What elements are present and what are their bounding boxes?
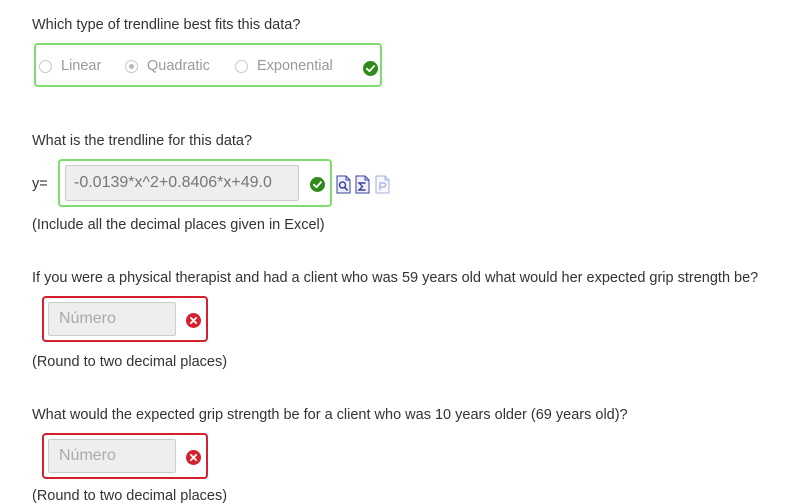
answer-input-69-years[interactable]: Número [48,439,176,473]
correct-check-icon [310,177,325,192]
radio-button-quadratic[interactable] [125,59,138,73]
question-3-text: If you were a physical therapist and had… [32,270,759,286]
answer-field-59-years: Número [42,296,208,342]
incorrect-x-icon [186,450,201,465]
incorrect-x-icon [186,313,201,328]
radio-label-linear: Linear [61,58,102,74]
radio-option-exponential[interactable]: Exponential [235,58,333,74]
equation-icon[interactable] [355,175,370,194]
equation-prefix-label: y= [32,176,48,192]
radio-option-quadratic[interactable]: Quadratic [125,58,210,74]
trendline-equation-field: -0.0139*x^2+0.8406*x+49.0 [58,159,332,207]
trendline-type-radio-group: Linear Quadratic Exponential [34,43,382,87]
radio-label-exponential: Exponential [257,58,333,74]
trendline-equation-input[interactable]: -0.0139*x^2+0.8406*x+49.0 [65,165,299,201]
radio-button-linear[interactable] [39,59,52,73]
radio-label-quadratic: Quadratic [147,58,210,74]
question-4-hint: (Round to two decimal places) [32,488,228,504]
help-icon[interactable] [375,175,390,194]
question-2-hint: (Include all the decimal places given in… [32,217,325,233]
radio-option-linear[interactable]: Linear [39,58,101,74]
question-1-text: Which type of trendline best fits this d… [32,17,301,33]
preview-icon[interactable] [336,175,351,194]
question-4-text: What would the expected grip strength be… [32,407,628,423]
answer-input-59-years[interactable]: Número [48,302,176,336]
answer-field-69-years: Número [42,433,208,479]
correct-check-icon [363,61,378,76]
question-2-text: What is the trendline for this data? [32,133,253,149]
question-3-hint: (Round to two decimal places) [32,354,228,370]
radio-button-exponential[interactable] [235,59,248,73]
